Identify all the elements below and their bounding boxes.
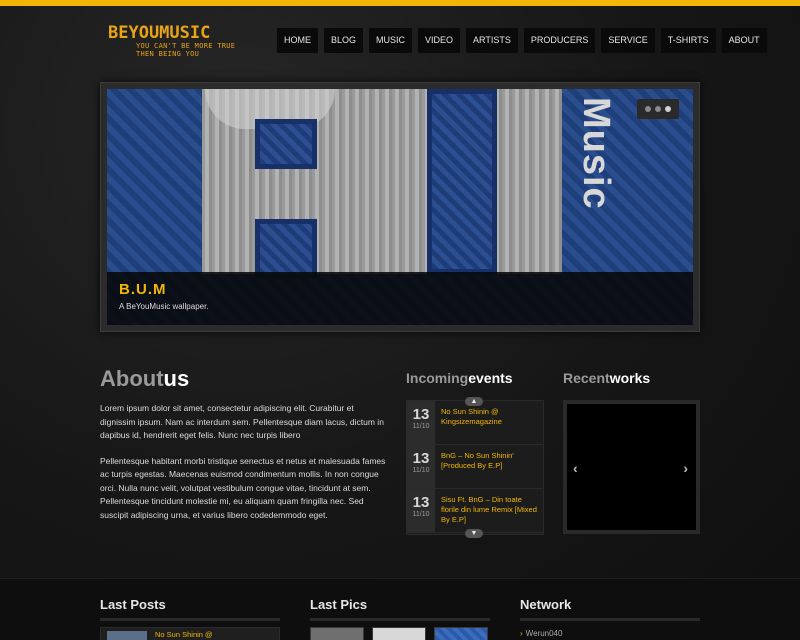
event-title[interactable]: BnG – No Sun Shinin' [Produced By E.P]: [435, 445, 543, 488]
pic-thumbnail[interactable]: [372, 627, 426, 640]
footer-network: Network › Werun040: [520, 597, 700, 638]
event-date: 13 11/10: [407, 489, 435, 532]
nav-service[interactable]: SERVICE: [601, 28, 655, 53]
bullet-icon: ›: [520, 629, 523, 638]
event-month: 11/10: [412, 423, 430, 430]
slider-dot-2[interactable]: [655, 106, 661, 112]
slide-caption-title: B.U.M: [119, 281, 167, 298]
footer-last-pics-title: Last Pics: [310, 597, 490, 621]
events-heading-em: events: [468, 370, 513, 386]
event-title[interactable]: Sisu Ft. BnG – Din toate florile din lum…: [435, 489, 543, 532]
logo-tagline-2: THEN BEING YOU: [136, 50, 200, 58]
slider-dot-3[interactable]: [665, 106, 671, 112]
nav-tshirts[interactable]: T-SHIRTS: [660, 28, 716, 53]
events-scroll-down-icon[interactable]: ▼: [465, 529, 483, 538]
post-thumbnail: [107, 631, 147, 640]
pic-thumbnail[interactable]: [434, 627, 488, 640]
works-heading-plain: Recent: [563, 370, 610, 386]
network-link-label[interactable]: Werun040: [526, 629, 563, 638]
nav-artists[interactable]: ARTISTS: [466, 28, 518, 53]
slide-caption-text: A BeYouMusic wallpaper.: [119, 302, 209, 311]
about-paragraph-1: Lorem ipsum dolor sit amet, consectetur …: [100, 403, 384, 440]
pic-thumbnail[interactable]: [310, 627, 364, 640]
event-date: 13 11/10: [407, 401, 435, 444]
footer-post-item[interactable]: No Sun Shinin @: [100, 627, 280, 640]
slider-dot-1[interactable]: [645, 106, 651, 112]
nav-blog[interactable]: BLOG: [324, 28, 364, 53]
footer-last-posts: Last Posts No Sun Shinin @: [100, 597, 280, 640]
letter-u: [427, 89, 497, 274]
pic-strip: [310, 627, 490, 640]
main-nav: HOME BLOG MUSIC VIDEO ARTISTS PRODUCERS …: [277, 28, 767, 53]
about-paragraph-2: Pellentesque habitant morbi tristique se…: [100, 455, 386, 520]
event-day: 13: [412, 406, 430, 423]
chevron-right-icon[interactable]: ›: [683, 460, 688, 476]
event-item[interactable]: 13 11/10 Sisu Ft. BnG – Din toate floril…: [407, 489, 543, 533]
event-title[interactable]: No Sun Shinin @ Kingsizemagazine: [435, 401, 543, 444]
event-day: 13: [412, 494, 430, 511]
about-heading-plain: About: [100, 366, 164, 391]
about-heading: Aboutus: [100, 366, 390, 392]
letter-b-top: [255, 119, 317, 169]
site-footer: Last Posts No Sun Shinin @ Last Pics Net…: [0, 578, 800, 640]
works-carousel[interactable]: ‹ ›: [563, 400, 700, 534]
slide-music-word: Music: [575, 97, 617, 210]
site-logo[interactable]: BEYOUMUSIC YOU CAN'T BE MORE TRUE THEN B…: [108, 24, 238, 58]
events-heading-plain: Incoming: [406, 370, 469, 386]
events-section: Incomingevents ▲ 13 11/10 No Sun Shinin …: [406, 370, 546, 538]
slider-pagination: [637, 99, 679, 119]
slide-image[interactable]: Music B.U.M A BeYouMusic wallpaper.: [107, 89, 693, 325]
footer-network-title: Network: [520, 597, 700, 621]
about-section: Aboutus Lorem ipsum dolor sit amet, cons…: [100, 366, 390, 522]
logo-tagline-1: YOU CAN'T BE MORE TRUE: [136, 42, 236, 50]
nav-producers[interactable]: PRODUCERS: [523, 28, 596, 53]
featured-slider: Music B.U.M A BeYouMusic wallpaper.: [100, 82, 700, 332]
footer-last-posts-title: Last Posts: [100, 597, 280, 621]
post-title[interactable]: No Sun Shinin @: [155, 630, 213, 639]
event-item[interactable]: 13 11/10 No Sun Shinin @ Kingsizemagazin…: [407, 401, 543, 445]
footer-last-pics: Last Pics: [310, 597, 490, 640]
event-month: 11/10: [412, 467, 430, 474]
event-item[interactable]: 13 11/10 BnG – No Sun Shinin' [Produced …: [407, 445, 543, 489]
events-scroll-up-icon[interactable]: ▲: [465, 397, 483, 406]
nav-video[interactable]: VIDEO: [418, 28, 461, 53]
recent-works-section: Recentworks ‹ ›: [563, 370, 701, 534]
event-list: ▲ 13 11/10 No Sun Shinin @ Kingsizemagaz…: [406, 397, 544, 538]
letter-b-bottom: [255, 219, 317, 279]
chevron-left-icon[interactable]: ‹: [573, 460, 578, 476]
nav-about[interactable]: ABOUT: [721, 28, 767, 53]
logo-title: BEYOUMUSIC: [108, 23, 211, 43]
works-heading: Recentworks: [563, 370, 701, 386]
events-heading: Incomingevents: [406, 370, 546, 386]
works-heading-em: works: [609, 370, 651, 386]
network-link[interactable]: › Werun040: [520, 629, 700, 638]
nav-music[interactable]: MUSIC: [369, 28, 413, 53]
slide-caption: B.U.M A BeYouMusic wallpaper.: [107, 272, 693, 325]
event-month: 11/10: [412, 511, 430, 518]
event-day: 13: [412, 450, 430, 467]
top-accent-bar: [0, 0, 800, 6]
event-date: 13 11/10: [407, 445, 435, 488]
nav-home[interactable]: HOME: [277, 28, 318, 53]
about-heading-em: us: [163, 366, 190, 391]
